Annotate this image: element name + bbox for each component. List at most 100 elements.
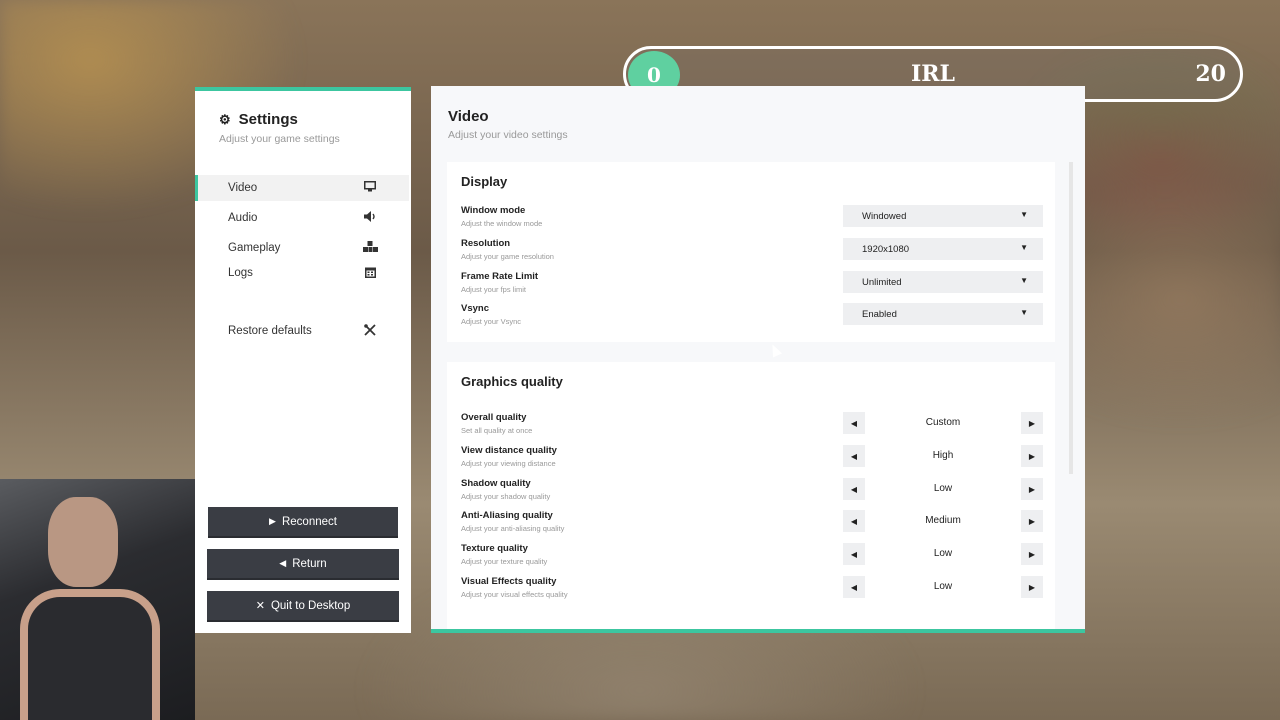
- reconnect-label: Reconnect: [281, 515, 337, 528]
- setting-description: Adjust your texture quality: [461, 557, 548, 566]
- prev-arrow-icon[interactable]: ◀: [843, 510, 865, 532]
- video-settings-panel: Video Adjust your video settings Display…: [431, 86, 1085, 633]
- next-arrow-icon[interactable]: ▶: [1021, 412, 1043, 434]
- setting-description: Adjust your Vsync: [461, 317, 522, 326]
- chevron-down-icon: ▼: [1020, 308, 1028, 317]
- setting-label: Vsync: [461, 303, 489, 314]
- chevron-down-icon: ▼: [1020, 243, 1028, 252]
- section-title: Display: [461, 174, 508, 189]
- sidebar-item-logs[interactable]: Logs: [195, 260, 409, 286]
- close-icon: ✕: [255, 600, 265, 612]
- page-title: Video: [448, 108, 489, 125]
- sidebar-item-label: Gameplay: [228, 242, 281, 254]
- play-icon: ▶: [269, 516, 276, 526]
- setting-description: Set all quality at once: [461, 426, 533, 435]
- back-arrow-icon: ◀: [279, 558, 287, 568]
- chevron-down-icon: ▼: [1020, 276, 1028, 285]
- setting-row-vsync: Vsync Adjust your Vsync Enabled ▼: [461, 303, 1043, 333]
- resolution-dropdown[interactable]: 1920x1080 ▼: [843, 238, 1043, 260]
- setting-description: Adjust your fps limit: [461, 285, 527, 294]
- setting-row-frame-rate-limit: Frame Rate Limit Adjust your fps limit U…: [461, 271, 1043, 301]
- setting-label: View distance quality: [461, 445, 557, 456]
- overall-quality-stepper: ◀ Custom ▶: [843, 412, 1043, 434]
- scoreboard-title: IRL: [910, 61, 956, 87]
- texture-quality-stepper: ◀ Low ▶: [843, 543, 1043, 565]
- setting-label: Anti-Aliasing quality: [461, 510, 553, 521]
- right-score: 20: [1195, 61, 1226, 87]
- sidebar-item-video[interactable]: Video: [195, 175, 409, 201]
- prev-arrow-icon[interactable]: ◀: [843, 543, 865, 565]
- return-label: Return: [292, 557, 327, 570]
- section-title: Graphics quality: [461, 374, 563, 389]
- setting-description: Adjust your visual effects quality: [461, 590, 568, 599]
- next-arrow-icon[interactable]: ▶: [1021, 478, 1043, 500]
- dropdown-value: 1920x1080: [862, 243, 910, 255]
- stepper-value: Low: [933, 548, 953, 559]
- monitor-icon: [363, 181, 377, 195]
- setting-row-anti-aliasing-quality: Anti-Aliasing quality Adjust your anti-a…: [461, 510, 1043, 540]
- prev-arrow-icon[interactable]: ◀: [843, 445, 865, 467]
- streamer-body: [20, 589, 160, 720]
- setting-label: Shadow quality: [461, 478, 531, 489]
- scrollbar[interactable]: [1069, 162, 1073, 474]
- setting-row-window-mode: Window mode Adjust the window mode Windo…: [461, 205, 1043, 235]
- sidebar-title: ⚙ Settings: [219, 111, 298, 128]
- prev-arrow-icon[interactable]: ◀: [843, 412, 865, 434]
- anti-aliasing-quality-stepper: ◀ Medium ▶: [843, 510, 1043, 532]
- setting-label: Window mode: [461, 205, 526, 216]
- next-arrow-icon[interactable]: ▶: [1021, 543, 1043, 565]
- setting-row-overall-quality: Overall quality Set all quality at once …: [461, 412, 1043, 442]
- gear-icon: ⚙: [219, 111, 231, 127]
- display-section: Display Window mode Adjust the window mo…: [447, 162, 1055, 342]
- quit-to-desktop-button[interactable]: ✕ Quit to Desktop: [207, 591, 399, 622]
- sidebar-item-label: Audio: [228, 212, 258, 224]
- restore-defaults-button[interactable]: Restore defaults: [195, 318, 409, 344]
- sidebar-item-label: Logs: [228, 267, 253, 279]
- blocks-icon: [363, 241, 378, 255]
- vsync-dropdown[interactable]: Enabled ▼: [843, 303, 1043, 325]
- dropdown-value: Enabled: [862, 308, 897, 320]
- speaker-icon: [363, 211, 377, 225]
- graphics-quality-section: Graphics quality Overall quality Set all…: [447, 362, 1055, 629]
- chevron-down-icon: ▼: [1020, 210, 1028, 219]
- dropdown-value: Windowed: [862, 210, 907, 222]
- setting-row-resolution: Resolution Adjust your game resolution 1…: [461, 238, 1043, 268]
- setting-label: Resolution: [461, 238, 511, 249]
- setting-row-texture-quality: Texture quality Adjust your texture qual…: [461, 543, 1043, 573]
- prev-arrow-icon[interactable]: ◀: [843, 478, 865, 500]
- quit-label: Quit to Desktop: [270, 599, 351, 612]
- sidebar-item-gameplay[interactable]: Gameplay: [195, 235, 409, 261]
- next-arrow-icon[interactable]: ▶: [1021, 510, 1043, 532]
- sidebar-title-text: Settings: [238, 111, 298, 128]
- sidebar-item-audio[interactable]: Audio: [195, 205, 409, 231]
- setting-label: Overall quality: [461, 412, 527, 423]
- setting-description: Adjust the window mode: [461, 219, 543, 228]
- setting-description: Adjust your game resolution: [461, 252, 554, 261]
- return-button[interactable]: ◀ Return: [207, 549, 399, 580]
- stepper-value: Medium: [925, 515, 961, 526]
- window-mode-dropdown[interactable]: Windowed ▼: [843, 205, 1043, 227]
- reconnect-button[interactable]: ▶ Reconnect: [208, 507, 398, 538]
- sidebar-item-label: Restore defaults: [228, 325, 312, 337]
- frame-rate-limit-dropdown[interactable]: Unlimited ▼: [843, 271, 1043, 293]
- tools-icon: [363, 323, 377, 339]
- setting-row-visual-effects-quality: Visual Effects quality Adjust your visua…: [461, 576, 1043, 606]
- visual-effects-quality-stepper: ◀ Low ▶: [843, 576, 1043, 598]
- shadow-quality-stepper: ◀ Low ▶: [843, 478, 1043, 500]
- setting-description: Adjust your shadow quality: [461, 492, 551, 501]
- setting-label: Frame Rate Limit: [461, 271, 539, 282]
- page-subtitle: Adjust your video settings: [448, 129, 568, 141]
- prev-arrow-icon[interactable]: ◀: [843, 576, 865, 598]
- calendar-icon: [363, 266, 377, 281]
- setting-description: Adjust your viewing distance: [461, 459, 556, 468]
- stepper-value: High: [932, 450, 954, 461]
- sidebar-item-label: Video: [228, 182, 258, 194]
- webcam-overlay: [0, 479, 195, 720]
- next-arrow-icon[interactable]: ▶: [1021, 445, 1043, 467]
- dropdown-value: Unlimited: [862, 276, 902, 288]
- setting-row-view-distance-quality: View distance quality Adjust your viewin…: [461, 445, 1043, 475]
- setting-label: Visual Effects quality: [461, 576, 557, 587]
- next-arrow-icon[interactable]: ▶: [1021, 576, 1043, 598]
- sidebar-subtitle: Adjust your game settings: [219, 133, 340, 145]
- setting-label: Texture quality: [461, 543, 528, 554]
